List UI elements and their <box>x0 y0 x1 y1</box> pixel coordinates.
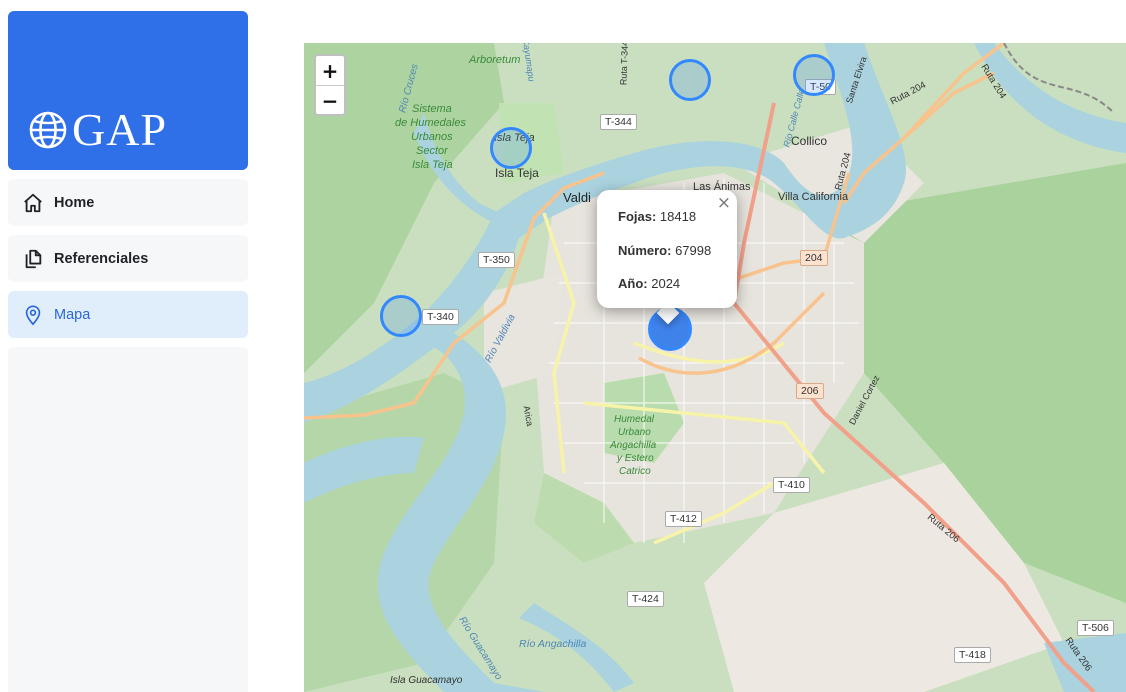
map-marker[interactable] <box>490 127 532 169</box>
map-label-catrico: Catrico <box>619 466 651 477</box>
map-label-y-estero: y Estero <box>617 453 654 464</box>
road-shield-204: 204 <box>800 250 828 266</box>
map-label-isla-guacamayo: Isla Guacamayo <box>390 675 463 686</box>
road-shield-t344: T-344 <box>600 114 637 130</box>
zoom-control: + − <box>314 54 346 116</box>
map-pin-icon <box>22 304 44 326</box>
nav-label-referenciales: Referenciales <box>54 250 149 267</box>
map-marker[interactable] <box>380 295 422 337</box>
road-shield-t418: T-418 <box>954 647 991 663</box>
popup-numero-label: Número: <box>618 243 672 258</box>
nav-item-mapa[interactable]: Mapa <box>8 291 248 338</box>
map-label-valdivia: Valdi <box>563 190 591 205</box>
road-shield-t350: T-350 <box>478 252 515 268</box>
nav-item-home[interactable]: Home <box>8 179 248 226</box>
popup-anio: Año: 2024 <box>618 276 680 291</box>
map-label-humedal: Humedal <box>614 414 655 425</box>
brand-header: GAP <box>8 11 248 170</box>
map-label-sector: Sector <box>416 145 448 157</box>
documents-icon <box>22 248 44 270</box>
nav-label-mapa: Mapa <box>54 306 91 323</box>
road-shield-t410: T-410 <box>773 477 810 493</box>
map-label-urbanos: Urbanos <box>411 131 453 143</box>
popup-numero-value: 67998 <box>675 243 712 258</box>
map-label-angachilla: Angachilla <box>610 440 657 451</box>
nav-item-referenciales[interactable]: Referenciales <box>8 235 248 282</box>
popup-anio-value: 2024 <box>651 276 681 291</box>
brand-title: GAP <box>72 104 168 155</box>
map-marker[interactable] <box>793 54 835 96</box>
map-container[interactable]: Arboretum Sistema de Humedales Urbanos S… <box>304 43 1126 692</box>
road-shield-206: 206 <box>796 383 824 399</box>
popup-close-button[interactable]: × <box>717 193 731 213</box>
nav-label-home: Home <box>54 194 95 211</box>
marker-popup: × Fojas: 18418 Número: 67998 Año: 2024 <box>597 190 737 308</box>
popup-anio-label: Año: <box>618 276 648 291</box>
map-marker[interactable] <box>669 59 711 101</box>
map-label-arboretum: Arboretum <box>469 54 521 66</box>
zoom-in-button[interactable]: + <box>316 56 344 85</box>
home-icon <box>22 192 44 214</box>
sidebar-empty-area <box>8 347 248 692</box>
popup-numero: Número: 67998 <box>618 243 711 258</box>
map-label-humedales: de Humedales <box>395 117 466 129</box>
map-label-urbano: Urbano <box>618 427 651 438</box>
road-shield-t424: T-424 <box>627 591 664 607</box>
road-shield-t412: T-412 <box>665 511 702 527</box>
map-label-sistema: Sistema <box>412 103 452 115</box>
globe-icon <box>28 110 68 150</box>
map-label-collico: Collico <box>791 134 828 148</box>
popup-fojas: Fojas: 18418 <box>618 209 696 224</box>
popup-fojas-value: 18418 <box>659 209 697 224</box>
zoom-out-button[interactable]: − <box>316 85 344 115</box>
popup-fojas-label: Fojas: <box>618 209 657 224</box>
road-shield-t506: T-506 <box>1077 620 1114 636</box>
map-label-villa-california: Villa California <box>778 191 849 203</box>
map-label-isla-teja-green: Isla Teja <box>412 159 453 171</box>
map-label-rio-angachilla: Río Angachilla <box>519 638 587 650</box>
map-label-ruta-t344: Ruta T-344 <box>618 43 630 86</box>
road-shield-t340: T-340 <box>422 309 459 325</box>
